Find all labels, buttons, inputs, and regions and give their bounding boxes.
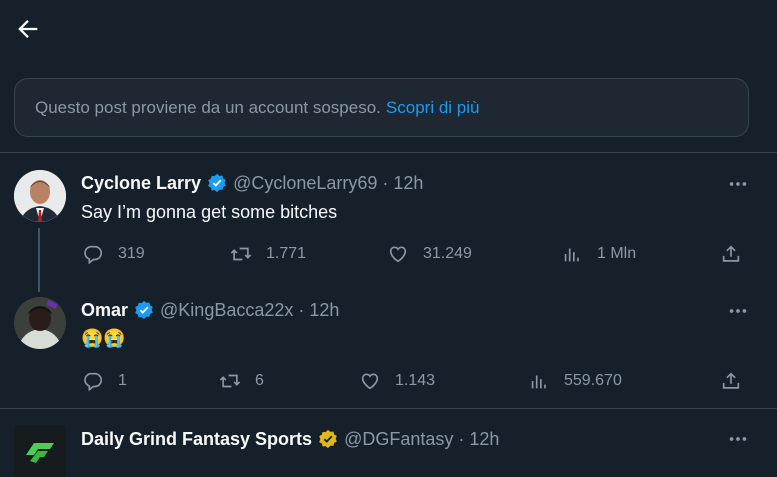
- tweet-header: Cyclone Larry @CycloneLarry69 · 12h: [81, 171, 423, 195]
- more-icon[interactable]: [727, 300, 749, 322]
- verified-badge-icon[interactable]: [207, 173, 227, 193]
- notice-text: Questo post proviene da un account sospe…: [35, 97, 381, 117]
- like-button[interactable]: 1.143: [359, 370, 435, 392]
- reply-icon: [84, 372, 103, 392]
- tweet-header: Omar @KingBacca22x · 12h: [81, 298, 339, 322]
- avatar[interactable]: [14, 425, 66, 477]
- repost-icon: [219, 374, 241, 388]
- dg-logo-icon: [14, 425, 66, 477]
- reply-count: 319: [118, 245, 145, 262]
- separator-dot: ·: [298, 299, 305, 320]
- repost-button[interactable]: 1.771: [230, 243, 306, 265]
- share-button[interactable]: [720, 243, 742, 265]
- verified-badge-icon[interactable]: [318, 429, 338, 449]
- more-icon[interactable]: [727, 173, 749, 195]
- back-arrow-icon[interactable]: [14, 15, 42, 43]
- views-icon: [564, 248, 579, 262]
- suspended-account-notice: Questo post proviene da un account sospe…: [14, 78, 749, 137]
- view-count: 559.670: [564, 372, 622, 389]
- views-icon: [531, 375, 546, 389]
- avatar[interactable]: [14, 297, 66, 349]
- reply-icon: [84, 245, 103, 265]
- separator-dot: ·: [382, 172, 389, 193]
- divider: [0, 408, 777, 409]
- reply-count: 1: [118, 372, 127, 389]
- share-icon: [722, 245, 740, 262]
- like-icon: [389, 246, 407, 263]
- username[interactable]: @CycloneLarry69: [233, 173, 377, 194]
- display-name[interactable]: Omar: [81, 300, 128, 321]
- reply-button[interactable]: 319: [82, 243, 145, 265]
- timestamp[interactable]: 12h: [393, 173, 423, 194]
- tweet-text: Say I’m gonna get some bitches: [81, 202, 338, 222]
- like-count: 1.143: [395, 372, 436, 389]
- share-icon: [722, 372, 740, 389]
- divider: [0, 152, 777, 153]
- username[interactable]: @DGFantasy: [344, 429, 453, 450]
- share-button[interactable]: [720, 370, 742, 392]
- timestamp[interactable]: 12h: [309, 300, 339, 321]
- verified-badge-icon[interactable]: [134, 300, 154, 320]
- repost-count: 1.771: [266, 245, 307, 262]
- more-icon[interactable]: [727, 428, 749, 450]
- timestamp[interactable]: 12h: [469, 429, 499, 450]
- views-button[interactable]: 1 Mln: [561, 243, 636, 265]
- like-button[interactable]: 31.249: [387, 243, 472, 265]
- views-button[interactable]: 559.670: [528, 370, 622, 392]
- repost-icon: [230, 247, 252, 261]
- like-count: 31.249: [423, 245, 472, 262]
- tweet-text: 😭😭: [81, 328, 126, 348]
- thread-line: [38, 228, 40, 292]
- tweet-header: Daily Grind Fantasy Sports @DGFantasy · …: [81, 427, 499, 451]
- display-name[interactable]: Cyclone Larry: [81, 173, 201, 194]
- reply-button[interactable]: 1: [82, 370, 127, 392]
- username[interactable]: @KingBacca22x: [160, 300, 293, 321]
- avatar[interactable]: [14, 170, 66, 222]
- like-icon: [361, 373, 379, 390]
- display-name[interactable]: Daily Grind Fantasy Sports: [81, 429, 312, 450]
- repost-count: 6: [255, 372, 264, 389]
- repost-button[interactable]: 6: [219, 370, 264, 392]
- separator-dot: ·: [458, 428, 465, 449]
- view-count: 1 Mln: [597, 245, 637, 262]
- learn-more-link[interactable]: Scopri di più: [386, 98, 480, 118]
